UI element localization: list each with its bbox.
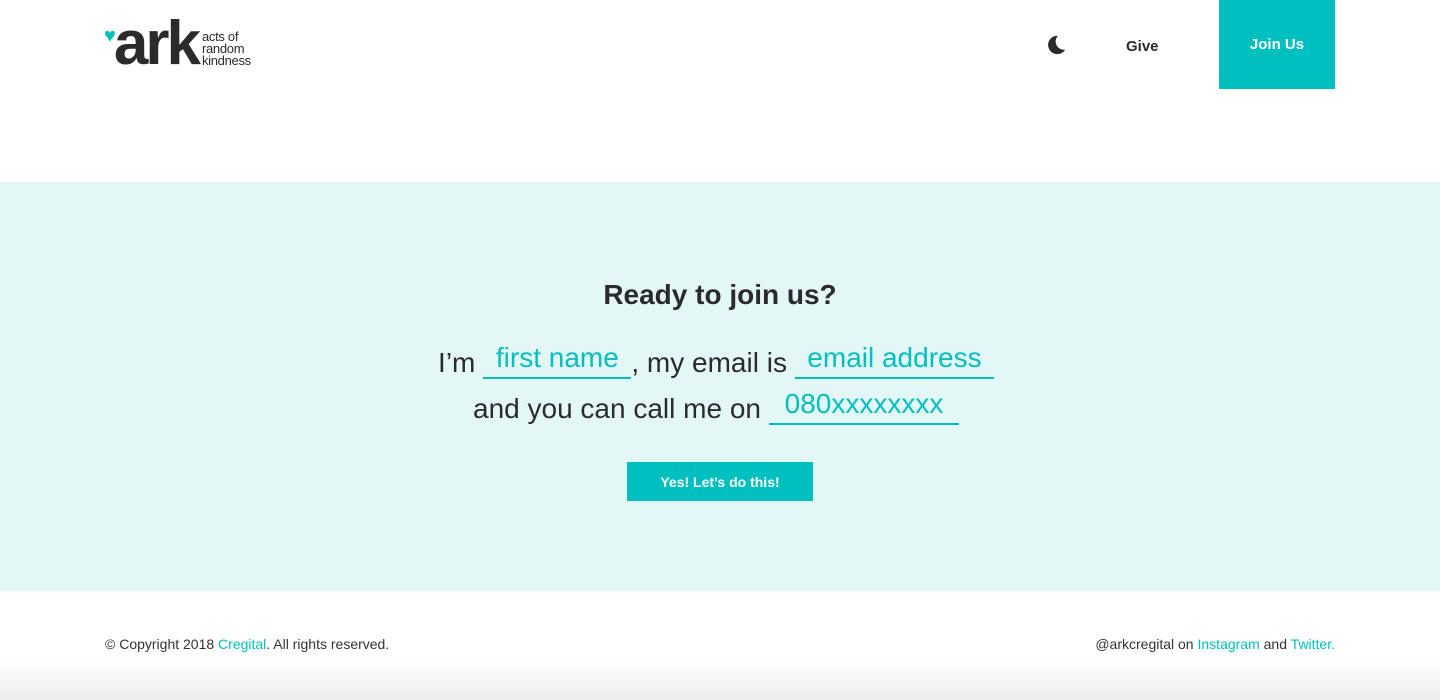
- moon-icon[interactable]: [1045, 34, 1067, 56]
- copyright-text: © Copyright 2018: [105, 636, 215, 652]
- logo-tagline: acts of random kindness: [201, 30, 251, 68]
- logo-wordmark: ark: [113, 9, 201, 78]
- and-text: and: [1263, 636, 1287, 652]
- instagram-link[interactable]: Instagram: [1198, 636, 1260, 652]
- tagline-line: kindness: [201, 53, 251, 68]
- twitter-link[interactable]: Twitter.: [1291, 636, 1335, 652]
- email-input[interactable]: email address: [794, 342, 994, 379]
- join-section: Ready to join us? I’m first name , my em…: [0, 182, 1440, 591]
- prefix-text: I’m: [438, 347, 476, 378]
- cregital-link[interactable]: Cregital: [218, 636, 266, 652]
- logo[interactable]: ♥ ark acts of random kindness: [104, 9, 251, 78]
- join-us-button[interactable]: Join Us: [1219, 0, 1335, 89]
- phone-text: and you can call me on: [473, 393, 761, 424]
- first-name-input[interactable]: first name: [483, 342, 632, 379]
- section-title: Ready to join us?: [603, 279, 837, 310]
- form-line-1: I’m first name , my email is email addre…: [0, 342, 1440, 379]
- form-line-2: and you can call me on 080xxxxxxxx: [0, 388, 1440, 425]
- phone-input[interactable]: 080xxxxxxxx: [768, 388, 959, 425]
- email-text: , my email is: [631, 347, 787, 378]
- copyright: © Copyright 2018 Cregital. All rights re…: [105, 636, 389, 652]
- social-links: @arkcregital on Instagram and Twitter.: [1095, 636, 1335, 652]
- handle-text: @arkcregital on: [1095, 636, 1194, 652]
- header: ♥ ark acts of random kindness Give Join …: [0, 0, 1440, 182]
- footer: © Copyright 2018 Cregital. All rights re…: [0, 591, 1440, 700]
- give-link[interactable]: Give: [1126, 38, 1159, 55]
- submit-button[interactable]: Yes! Let’s do this!: [627, 462, 813, 501]
- copyright-suffix: . All rights reserved.: [266, 636, 390, 652]
